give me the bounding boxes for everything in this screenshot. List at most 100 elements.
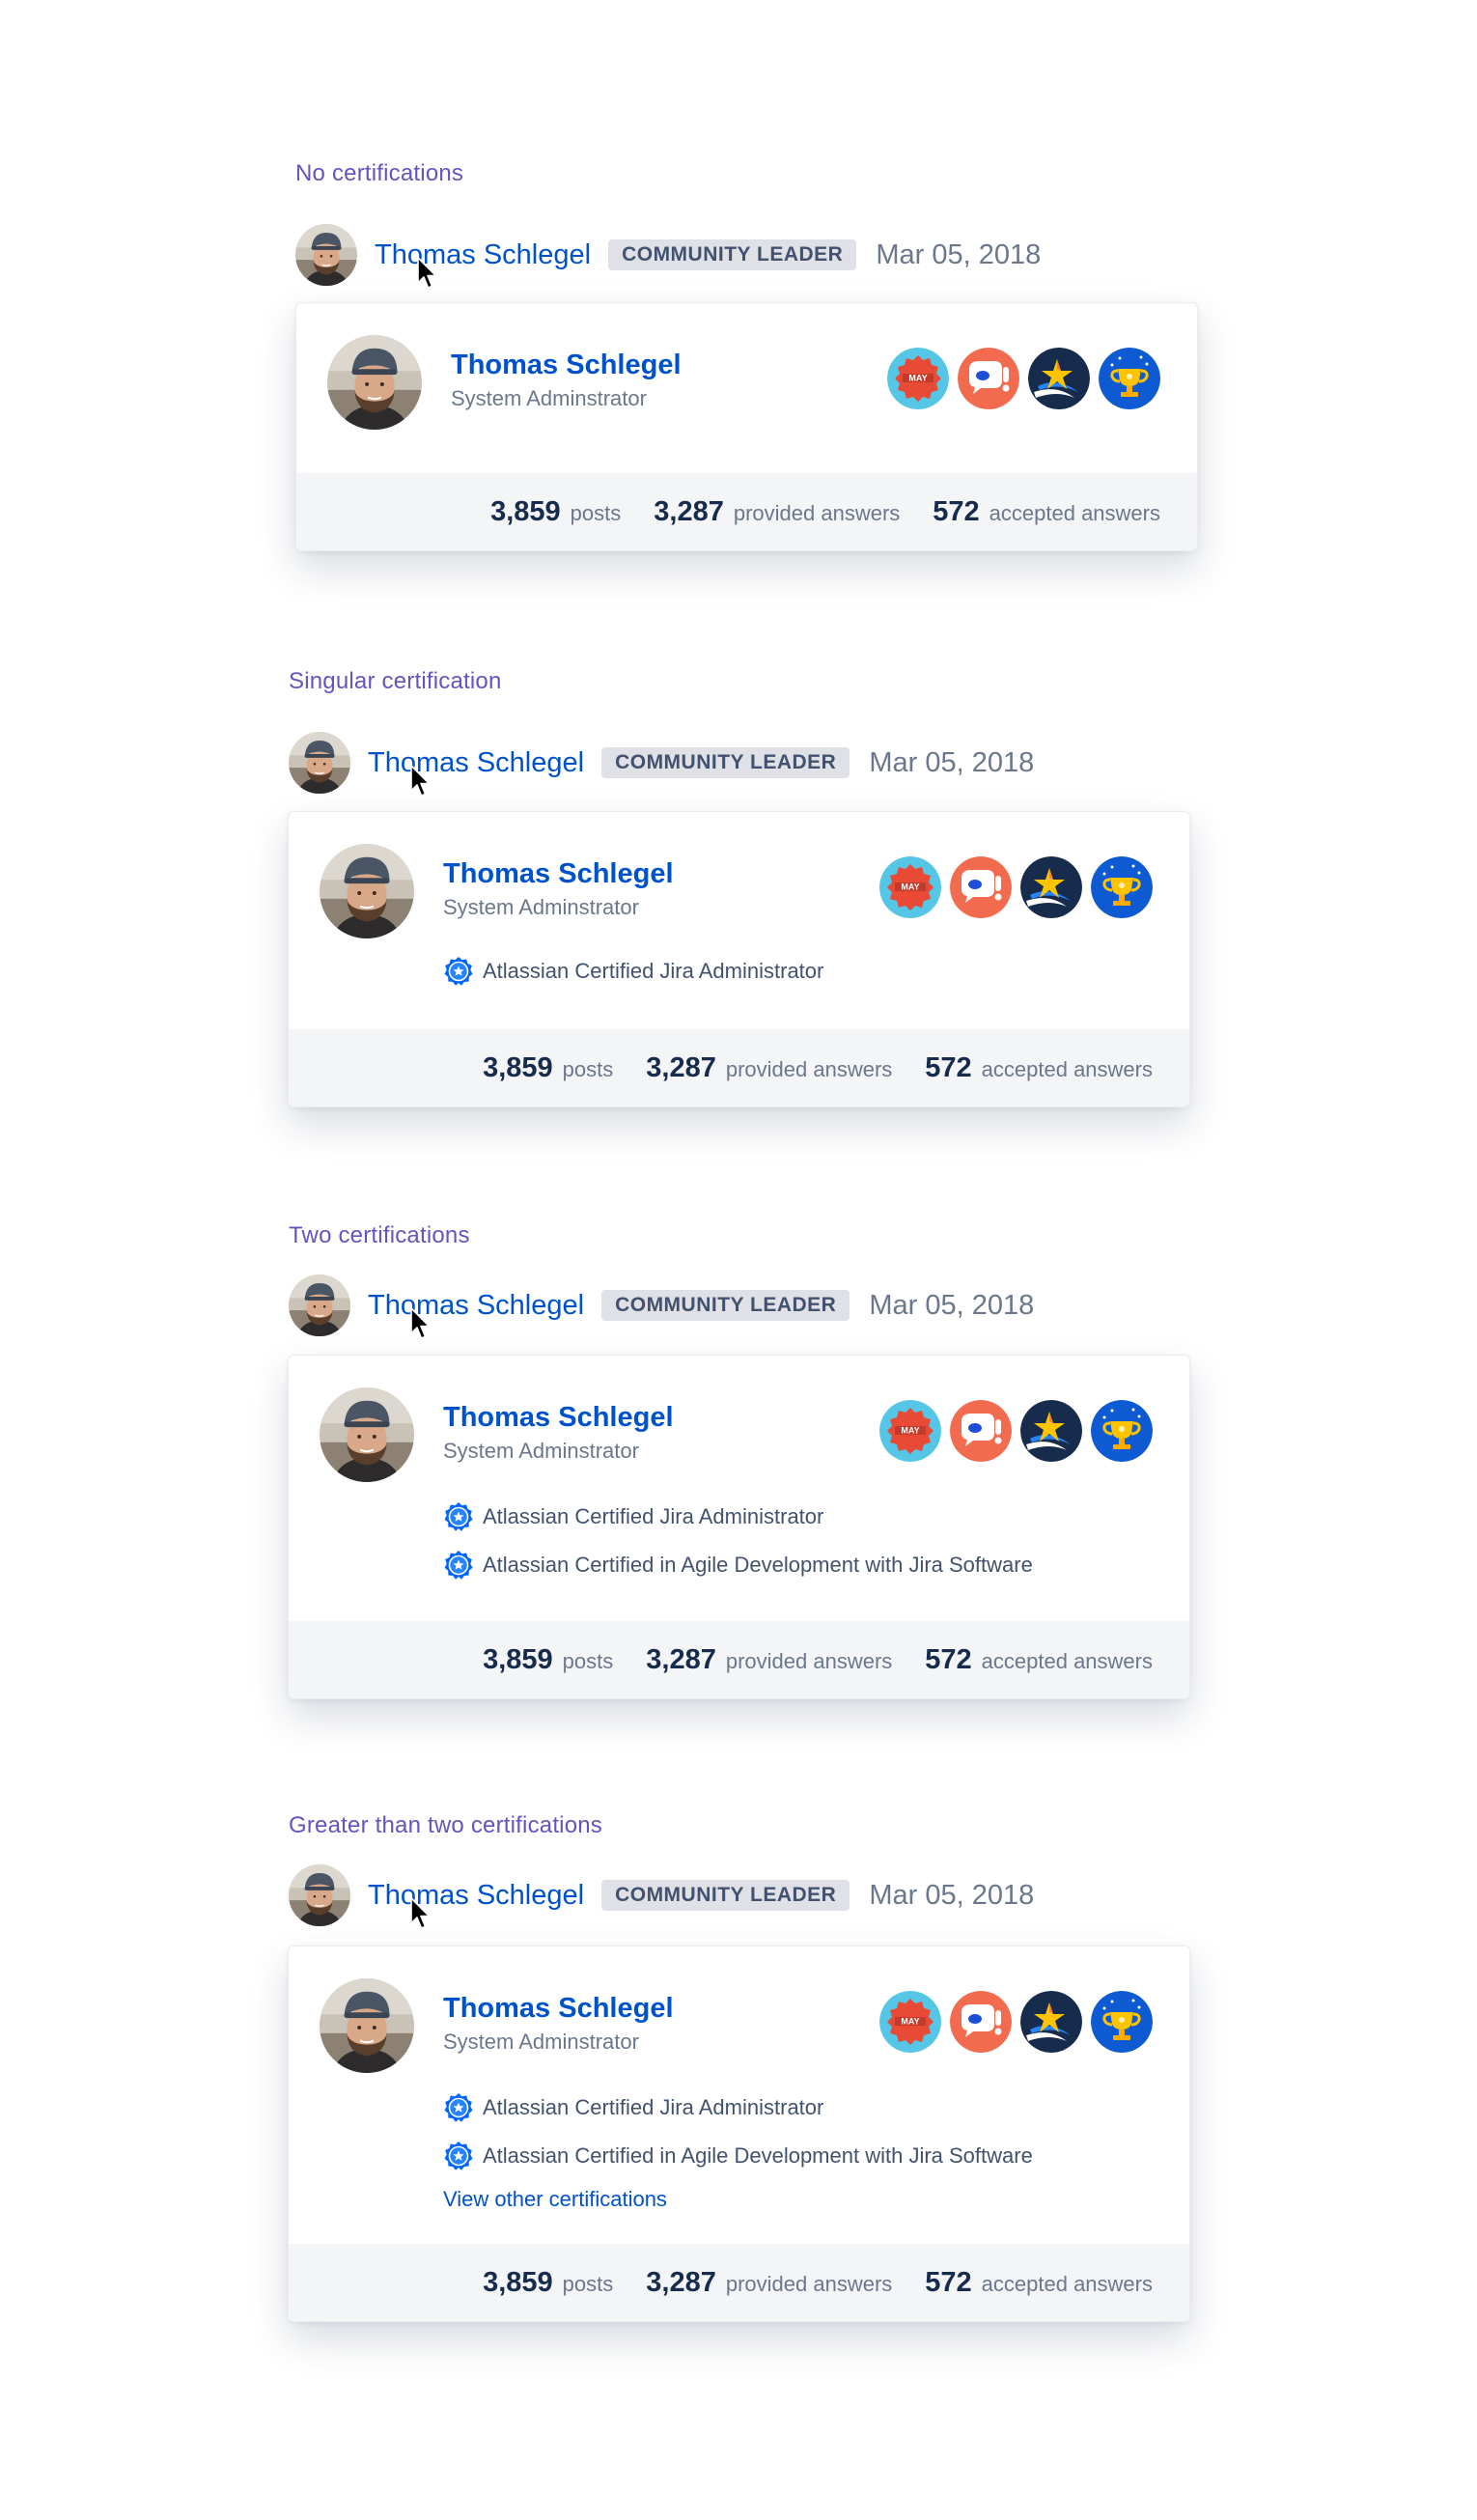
stat-label: provided answers xyxy=(725,1648,893,1673)
may-badge-icon[interactable] xyxy=(879,856,941,918)
avatar[interactable] xyxy=(320,1978,414,2073)
stat-value: 3,287 xyxy=(646,1643,716,1675)
avatar[interactable] xyxy=(289,732,350,794)
user-hover-card: Thomas Schlegel System Adminstrator Atla… xyxy=(288,1355,1190,1699)
certification-list: Atlassian Certified Jira Administrator A… xyxy=(443,2084,1033,2219)
stat-provided-answers: 3,287 provided answers xyxy=(646,2267,892,2299)
question-bubble-badge-icon[interactable] xyxy=(958,348,1019,409)
card-user-role: System Adminstrator xyxy=(443,1439,639,1463)
certification-item: Atlassian Certified Jira Administrator xyxy=(443,1493,1033,1541)
certification-label: Atlassian Certified Jira Administrator xyxy=(483,1504,824,1528)
user-byline: Thomas Schlegel COMMUNITY LEADER Mar 05,… xyxy=(289,732,1034,794)
certification-item: Atlassian Certified Jira Administrator xyxy=(443,947,823,995)
community-leader-badge: COMMUNITY LEADER xyxy=(601,1290,850,1321)
view-other-certifications-link[interactable]: View other certifications xyxy=(443,2180,1033,2219)
shooting-star-badge-icon[interactable] xyxy=(1028,348,1090,409)
certification-item: Atlassian Certified in Agile Development… xyxy=(443,1541,1033,1589)
stat-value: 572 xyxy=(925,2266,972,2298)
may-badge-icon[interactable] xyxy=(879,1991,941,2053)
card-user-role: System Adminstrator xyxy=(443,895,639,919)
stats-bar: 3,859 posts 3,287 provided answers 572 acce… xyxy=(289,1029,1189,1106)
stat-label: accepted answers xyxy=(981,1648,1153,1673)
stat-posts: 3,859 posts xyxy=(483,2267,613,2299)
user-byline: Thomas Schlegel COMMUNITY LEADER Mar 05,… xyxy=(289,1274,1034,1336)
stat-label: posts xyxy=(562,2271,614,2296)
user-hover-card: Thomas Schlegel System Adminstrator 3,85… xyxy=(295,302,1198,551)
user-name-link[interactable]: Thomas Schlegel xyxy=(375,239,591,271)
shooting-star-badge-icon[interactable] xyxy=(1020,1400,1082,1462)
stat-value: 3,859 xyxy=(483,1051,553,1083)
card-user-name[interactable]: Thomas Schlegel xyxy=(443,858,674,890)
stat-posts: 3,859 posts xyxy=(490,496,621,528)
avatar[interactable] xyxy=(320,1387,414,1482)
stat-value: 3,859 xyxy=(483,1643,553,1675)
card-user-name[interactable]: Thomas Schlegel xyxy=(451,350,682,381)
trophy-badge-icon[interactable] xyxy=(1091,856,1153,918)
stat-value: 3,859 xyxy=(483,2266,553,2298)
certification-label: Atlassian Certified Jira Administrator xyxy=(483,2095,824,2119)
stat-posts: 3,859 posts xyxy=(483,1644,613,1676)
question-bubble-badge-icon[interactable] xyxy=(950,1991,1012,2053)
stat-value: 3,859 xyxy=(490,495,561,527)
stat-value: 3,287 xyxy=(646,1051,716,1083)
stat-label: posts xyxy=(562,1056,614,1081)
community-leader-badge: COMMUNITY LEADER xyxy=(601,747,850,778)
user-byline: Thomas Schlegel COMMUNITY LEADER Mar 05,… xyxy=(295,224,1041,286)
user-name-link[interactable]: Thomas Schlegel xyxy=(368,747,584,779)
achievement-badges xyxy=(879,1400,1153,1462)
question-bubble-badge-icon[interactable] xyxy=(950,856,1012,918)
stat-label: posts xyxy=(570,500,622,525)
trophy-badge-icon[interactable] xyxy=(1099,348,1160,409)
avatar[interactable] xyxy=(327,335,422,430)
stat-accepted-answers: 572 accepted answers xyxy=(933,496,1160,528)
stat-label: provided answers xyxy=(725,1056,893,1081)
card-user-name[interactable]: Thomas Schlegel xyxy=(443,1993,674,2025)
certification-label: Atlassian Certified in Agile Development… xyxy=(483,1553,1033,1577)
achievement-badges xyxy=(879,856,1153,918)
stat-label: accepted answers xyxy=(981,1056,1153,1081)
shooting-star-badge-icon[interactable] xyxy=(1020,856,1082,918)
stat-label: accepted answers xyxy=(989,500,1160,525)
user-hover-card: Thomas Schlegel System Adminstrator Atla… xyxy=(288,1946,1190,2322)
stat-provided-answers: 3,287 provided answers xyxy=(646,1052,892,1084)
stat-accepted-answers: 572 accepted answers xyxy=(925,1644,1153,1676)
certified-badge-icon xyxy=(443,1501,474,1532)
stat-value: 572 xyxy=(925,1643,972,1675)
avatar[interactable] xyxy=(295,224,357,286)
stat-accepted-answers: 572 accepted answers xyxy=(925,2267,1153,2299)
stats-bar: 3,859 posts 3,287 provided answers 572 acce… xyxy=(289,2244,1189,2321)
avatar[interactable] xyxy=(320,844,414,938)
user-name-link[interactable]: Thomas Schlegel xyxy=(368,1290,584,1322)
post-date: Mar 05, 2018 xyxy=(869,1289,1035,1321)
certified-badge-icon xyxy=(443,1550,474,1581)
certified-badge-icon xyxy=(443,2141,474,2171)
card-user-name[interactable]: Thomas Schlegel xyxy=(443,1402,674,1434)
user-hover-card: Thomas Schlegel System Adminstrator Atla… xyxy=(288,811,1190,1107)
stat-label: provided answers xyxy=(725,2271,893,2296)
stat-posts: 3,859 posts xyxy=(483,1052,613,1084)
certified-badge-icon xyxy=(443,956,474,987)
certification-list: Atlassian Certified Jira Administrator xyxy=(443,947,823,995)
stat-label: posts xyxy=(562,1648,614,1673)
post-date: Mar 05, 2018 xyxy=(876,238,1042,270)
avatar[interactable] xyxy=(289,1274,350,1336)
may-badge-icon[interactable] xyxy=(887,348,949,409)
shooting-star-badge-icon[interactable] xyxy=(1020,1991,1082,2053)
certification-label: Atlassian Certified Jira Administrator xyxy=(483,959,824,983)
section-title: Two certifications xyxy=(289,1222,470,1248)
section-title: No certifications xyxy=(295,160,464,186)
mouse-cursor-icon xyxy=(410,1897,432,1930)
user-name-link[interactable]: Thomas Schlegel xyxy=(368,1880,584,1912)
stats-bar: 3,859 posts 3,287 provided answers 572 acce… xyxy=(289,1621,1189,1698)
achievement-badges xyxy=(879,1991,1153,2053)
question-bubble-badge-icon[interactable] xyxy=(950,1400,1012,1462)
community-leader-badge: COMMUNITY LEADER xyxy=(601,1880,850,1911)
trophy-badge-icon[interactable] xyxy=(1091,1991,1153,2053)
avatar[interactable] xyxy=(289,1864,350,1926)
may-badge-icon[interactable] xyxy=(879,1400,941,1462)
trophy-badge-icon[interactable] xyxy=(1091,1400,1153,1462)
section-title: Greater than two certifications xyxy=(289,1812,603,1838)
stat-value: 3,287 xyxy=(654,495,724,527)
stat-value: 572 xyxy=(933,495,980,527)
certification-item: Atlassian Certified Jira Administrator xyxy=(443,2084,1033,2132)
